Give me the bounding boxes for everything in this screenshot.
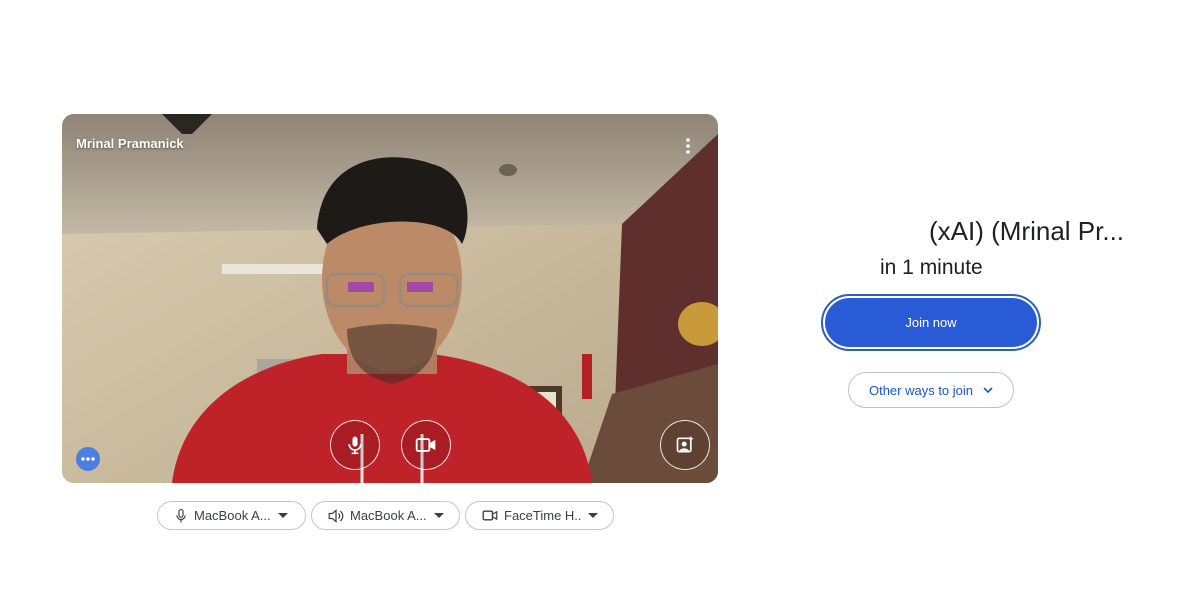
self-video-preview: Mrinal Pramanick: [62, 114, 718, 483]
join-now-button[interactable]: Join now: [825, 298, 1037, 347]
other-ways-label: Other ways to join: [868, 382, 974, 398]
more-vert-icon: [686, 138, 690, 154]
microphone-device-label: MacBook A...: [194, 508, 271, 523]
caret-down-icon: [278, 512, 288, 518]
visual-effects-icon: [676, 435, 694, 453]
meet-green-room: Mrinal Pramanick MacBook A... MacBook A.…: [0, 0, 1200, 605]
other-ways-to-join-button[interactable]: Other ways to join: [848, 372, 1014, 408]
toggle-microphone-button[interactable]: [330, 420, 380, 470]
join-now-focus-ring: Join now: [821, 294, 1041, 351]
more-options-button[interactable]: [674, 132, 702, 160]
videocam-icon: [415, 438, 436, 452]
caret-down-icon: [434, 512, 444, 518]
caret-down-icon: [588, 512, 598, 518]
apply-visual-effects-button[interactable]: [660, 420, 710, 470]
more-horiz-icon: [81, 457, 95, 461]
toggle-camera-button[interactable]: [401, 420, 451, 470]
meeting-title: (xAI) (Mrinal Pr...: [929, 216, 1125, 246]
more-actions-badge[interactable]: [76, 447, 100, 471]
speaker-selector[interactable]: MacBook A...: [311, 501, 460, 530]
mic-icon: [348, 436, 362, 455]
camera-device-label: FaceTime H...: [504, 508, 582, 523]
mic-outline-icon: [176, 508, 186, 522]
microphone-selector[interactable]: MacBook A...: [157, 501, 306, 530]
camera-selector[interactable]: FaceTime H...: [465, 501, 614, 530]
speaker-icon: [328, 508, 344, 523]
videocam-outline-icon: [482, 510, 498, 521]
meeting-start-time: in 1 minute: [880, 256, 983, 279]
chevron-down-icon: [983, 386, 993, 394]
speaker-device-label: MacBook A...: [350, 508, 427, 523]
participant-name-label: Mrinal Pramanick: [76, 136, 184, 151]
camera-feed-image: [62, 114, 718, 483]
